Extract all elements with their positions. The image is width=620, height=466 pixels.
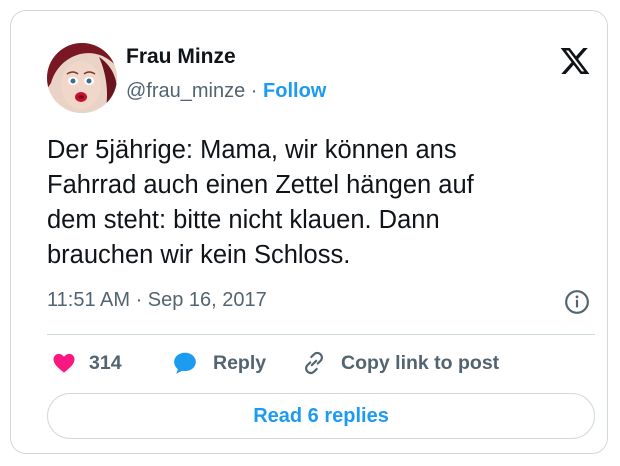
avatar[interactable] (47, 43, 117, 113)
speech-bubble-icon (174, 352, 196, 374)
tweet-card: Frau Minze @frau_minze · Follow Der 5jäh… (10, 10, 608, 454)
divider (47, 334, 595, 335)
follow-button[interactable]: Follow (263, 80, 326, 102)
reply-button[interactable]: Reply (171, 347, 266, 379)
tweet-timestamp[interactable]: 11:51 AM · Sep 16, 2017 (47, 289, 267, 312)
read-replies-button[interactable]: Read 6 replies (47, 393, 595, 439)
avatar-image (47, 43, 117, 113)
author-handle-line: @frau_minze · Follow (126, 80, 326, 103)
like-count: 314 (89, 351, 122, 374)
tweet-text: Der 5jährige: Mama, wir können ans Fahrr… (47, 136, 474, 269)
author-display-name[interactable]: Frau Minze (126, 45, 236, 69)
copy-link-label: Copy link to post (341, 351, 500, 374)
info-icon[interactable] (564, 289, 590, 315)
like-button[interactable]: 314 (51, 347, 122, 379)
reply-label: Reply (213, 351, 267, 374)
separator-dot: · (245, 80, 264, 102)
copy-link-button[interactable]: Copy link to post (301, 347, 499, 379)
x-logo-icon[interactable] (559, 45, 591, 77)
author-handle[interactable]: @frau_minze (126, 80, 245, 102)
heart-icon (53, 353, 75, 373)
link-icon (305, 351, 323, 375)
